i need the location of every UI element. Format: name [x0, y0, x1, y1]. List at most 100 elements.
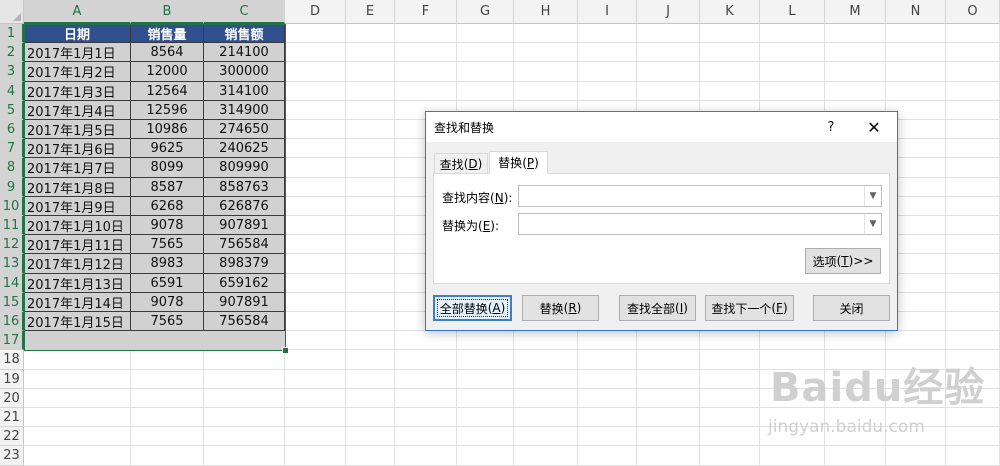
grid-cell[interactable] [285, 274, 346, 293]
row-header-6[interactable]: 6 [0, 120, 24, 139]
grid-cell[interactable] [946, 274, 1000, 293]
row-header-12[interactable]: 12 [0, 235, 24, 254]
grid-cell[interactable] [946, 254, 1000, 274]
column-header-F[interactable]: F [395, 0, 457, 24]
grid-cell[interactable] [457, 446, 514, 466]
grid-cell[interactable] [700, 446, 760, 466]
row-header-13[interactable]: 13 [0, 254, 24, 274]
row-header-20[interactable]: 20 [0, 389, 24, 408]
grid-cell[interactable] [204, 350, 285, 370]
grid-cell[interactable] [204, 446, 285, 466]
row-header-11[interactable]: 11 [0, 216, 24, 235]
grid-cell[interactable] [700, 408, 760, 427]
grid-cell[interactable] [395, 389, 457, 408]
grid-cell[interactable] [346, 389, 395, 408]
table-cell[interactable]: 300000 [204, 62, 285, 82]
table-cell[interactable]: 7565 [131, 312, 204, 331]
table-cell[interactable]: 8587 [131, 178, 204, 197]
grid-cell[interactable] [395, 446, 457, 466]
grid-cell[interactable] [825, 43, 886, 62]
grid-cell[interactable] [578, 82, 637, 101]
grid-cell[interactable] [346, 370, 395, 389]
find-next-button[interactable]: 查找下一个(F) [705, 295, 794, 321]
grid-cell[interactable] [578, 446, 637, 466]
grid-cell[interactable] [946, 331, 1000, 350]
grid-cell[interactable] [204, 427, 285, 446]
table-cell[interactable]: 8983 [131, 254, 204, 274]
row-header-7[interactable]: 7 [0, 139, 24, 158]
grid-cell[interactable] [395, 408, 457, 427]
grid-cell[interactable] [637, 82, 700, 101]
grid-cell[interactable] [760, 24, 825, 43]
grid-cell[interactable] [514, 24, 578, 43]
grid-cell[interactable] [578, 350, 637, 370]
grid-cell[interactable] [637, 43, 700, 62]
grid-cell[interactable] [457, 43, 514, 62]
grid-cell[interactable] [395, 370, 457, 389]
grid-cell[interactable] [514, 43, 578, 62]
grid-cell[interactable] [285, 178, 346, 197]
grid-cell[interactable] [825, 62, 886, 82]
table-cell[interactable]: 8099 [131, 158, 204, 178]
row-header-22[interactable]: 22 [0, 427, 24, 446]
grid-cell[interactable] [285, 312, 346, 331]
row-header-15[interactable]: 15 [0, 293, 24, 312]
table-cell[interactable]: 907891 [204, 293, 285, 312]
grid-cell[interactable] [637, 350, 700, 370]
table-cell[interactable]: 2017年1月9日 [24, 197, 131, 216]
row-header-10[interactable]: 10 [0, 197, 24, 216]
grid-cell[interactable] [578, 331, 637, 350]
row-header-2[interactable]: 2 [0, 43, 24, 62]
grid-cell[interactable] [946, 139, 1000, 158]
grid-cell[interactable] [285, 43, 346, 62]
grid-cell[interactable] [637, 389, 700, 408]
table-cell[interactable]: 7565 [131, 235, 204, 254]
grid-cell[interactable] [346, 62, 395, 82]
grid-cell[interactable] [578, 389, 637, 408]
grid-cell[interactable] [346, 101, 395, 120]
grid-cell[interactable] [346, 274, 395, 293]
grid-cell[interactable] [637, 370, 700, 389]
grid-cell[interactable] [346, 235, 395, 254]
grid-cell[interactable] [514, 389, 578, 408]
table-cell[interactable]: 2017年1月15日 [24, 312, 131, 331]
table-header-cell[interactable]: 销售额 [204, 24, 285, 43]
grid-cell[interactable] [578, 427, 637, 446]
replace-all-button[interactable]: 全部替换(A) [433, 295, 512, 321]
column-header-K[interactable]: K [700, 0, 760, 24]
fill-handle[interactable] [282, 347, 289, 354]
row-header-3[interactable]: 3 [0, 62, 24, 82]
grid-cell[interactable] [285, 197, 346, 216]
grid-cell[interactable] [346, 43, 395, 62]
table-cell[interactable]: 2017年1月10日 [24, 216, 131, 235]
tab-find[interactable]: 查找(D) [434, 153, 488, 174]
grid-cell[interactable] [457, 350, 514, 370]
table-cell[interactable]: 9625 [131, 139, 204, 158]
table-cell[interactable]: 2017年1月14日 [24, 293, 131, 312]
grid-cell[interactable] [285, 408, 346, 427]
grid-cell[interactable] [285, 293, 346, 312]
grid-cell[interactable] [457, 370, 514, 389]
table-cell[interactable]: 2017年1月11日 [24, 235, 131, 254]
column-header-M[interactable]: M [825, 0, 886, 24]
table-cell[interactable]: 626876 [204, 197, 285, 216]
grid-cell[interactable] [346, 331, 395, 350]
grid-cell[interactable] [760, 331, 825, 350]
grid-cell[interactable] [131, 446, 204, 466]
grid-cell[interactable] [131, 408, 204, 427]
table-cell[interactable]: 2017年1月1日 [24, 43, 131, 62]
grid-cell[interactable] [346, 216, 395, 235]
table-cell[interactable]: 6268 [131, 197, 204, 216]
column-header-O[interactable]: O [946, 0, 1000, 24]
grid-cell[interactable] [825, 82, 886, 101]
find-what-input[interactable] [519, 186, 865, 206]
grid-cell[interactable] [886, 82, 946, 101]
table-cell[interactable]: 2017年1月13日 [24, 274, 131, 293]
replace-button[interactable]: 替换(R) [522, 295, 599, 321]
grid-cell[interactable] [514, 350, 578, 370]
select-all-corner[interactable] [0, 0, 24, 24]
table-cell[interactable]: 9078 [131, 293, 204, 312]
table-cell[interactable]: 756584 [204, 312, 285, 331]
column-header-L[interactable]: L [760, 0, 825, 24]
row-header-16[interactable]: 16 [0, 312, 24, 331]
